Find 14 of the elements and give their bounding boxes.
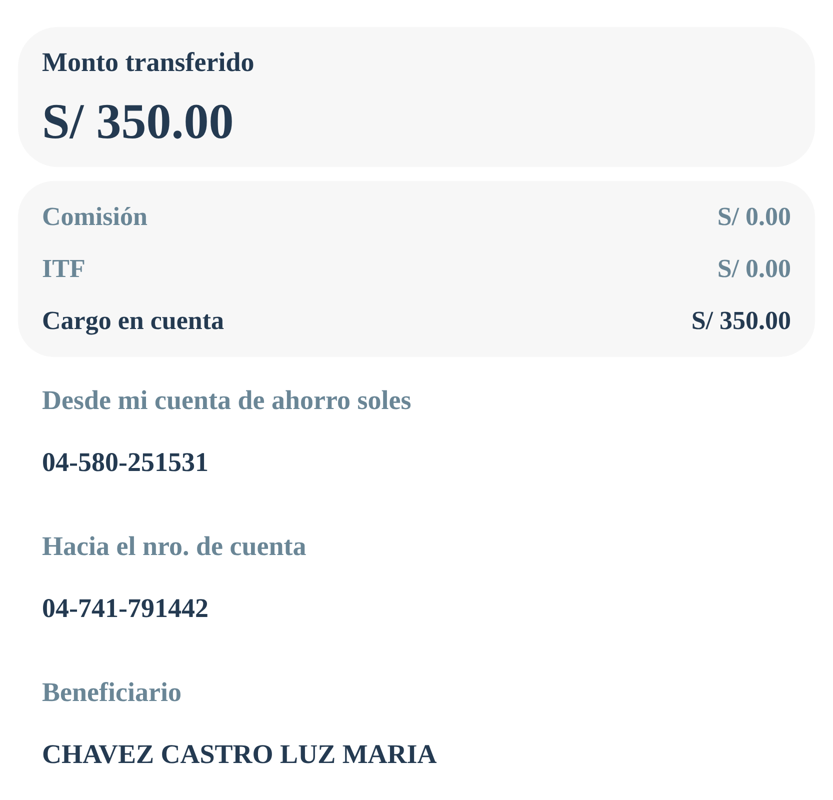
detail-label: Beneficiario: [42, 676, 182, 709]
charge-label: Cargo en cuenta: [42, 306, 224, 336]
detail-label: Desde mi cuenta de ahorro soles: [42, 384, 412, 417]
detail-value: 04-741-791442: [42, 592, 208, 625]
charge-value: S/ 0.00: [717, 202, 791, 232]
charge-label: Comisión: [42, 202, 148, 232]
charge-value: S/ 350.00: [691, 306, 791, 336]
amount-label: Monto transferido: [42, 46, 254, 79]
charge-label: ITF: [42, 254, 86, 284]
detail-label: Hacia el nro. de cuenta: [42, 530, 306, 563]
charge-value: S/ 0.00: [717, 254, 791, 284]
detail-value: 04-580-251531: [42, 446, 208, 479]
amount-value: S/ 350.00: [42, 92, 234, 151]
detail-value: CHAVEZ CASTRO LUZ MARIA: [42, 738, 437, 771]
